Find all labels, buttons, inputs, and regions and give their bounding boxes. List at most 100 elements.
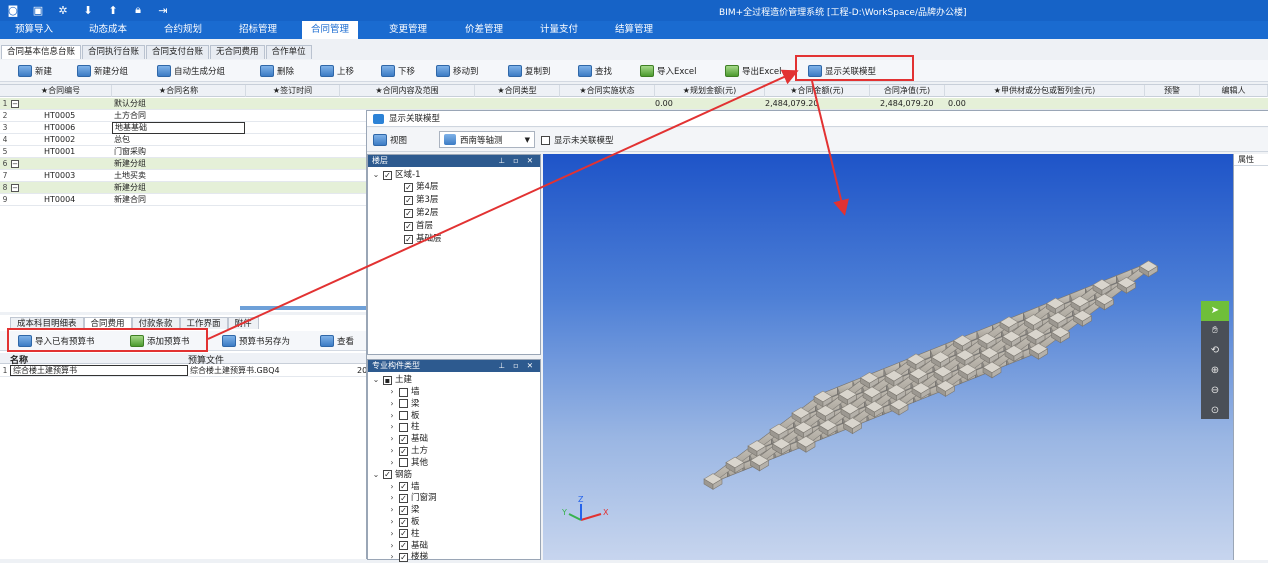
auto-group-button[interactable]: 自动生成分组 [157, 63, 225, 79]
new-button[interactable]: 新建 [18, 63, 52, 79]
checkbox-icon[interactable] [399, 411, 408, 421]
menu-contract-planning[interactable]: 合约规划 [155, 21, 211, 39]
find-button[interactable]: 查找 [578, 63, 612, 79]
contract-code-cell[interactable] [26, 158, 106, 170]
model-viewport[interactable]: X Y Z [543, 154, 1233, 560]
component-item[interactable]: › ✓ 墙 [388, 481, 419, 493]
checkbox-icon[interactable]: ✓ [399, 446, 408, 456]
component-item[interactable]: › ✓ 楼梯 [388, 551, 428, 563]
menu-contract-management[interactable]: 合同管理 [302, 21, 359, 39]
menu-budget-import[interactable]: 预算导入 [6, 21, 62, 39]
component-item[interactable]: › 其他 [388, 457, 428, 469]
contract-code-cell[interactable]: HT0006 [44, 122, 106, 134]
col-header-code[interactable]: ★合同编号 [10, 85, 112, 97]
plan-amount-cell[interactable]: 0.00 [655, 98, 695, 110]
col-header-editor[interactable]: 编辑人 [1200, 85, 1268, 97]
contract-code-cell[interactable]: HT0003 [44, 170, 106, 182]
orbit-icon[interactable]: ⟲ [1201, 341, 1229, 361]
col-header-net-value[interactable]: 合同净值(元) [870, 85, 945, 97]
zoom-out-icon[interactable]: ⊖ [1201, 381, 1229, 401]
export-excel-button[interactable]: 导出Excel [725, 63, 782, 79]
view-mode-select[interactable]: 西南等轴测 ▼ [439, 131, 535, 148]
chevron-right-icon[interactable]: › [388, 445, 396, 457]
tab-contract-payment-ledger[interactable]: 合同支付台账 [146, 45, 210, 59]
chevron-right-icon[interactable]: › [388, 398, 396, 410]
contract-name-cell[interactable]: 地基基础 [112, 122, 245, 134]
checkbox-icon[interactable]: ✓ [383, 170, 392, 180]
floor-item[interactable]: ✓ 基础层 [404, 233, 442, 245]
contract-name-cell[interactable]: 土方合同 [114, 110, 244, 122]
tab-contract-basic-ledger[interactable]: 合同基本信息台账 [1, 45, 82, 59]
checkbox-icon[interactable]: ✓ [383, 470, 392, 480]
floor-item[interactable]: ✓ 第3层 [404, 194, 438, 206]
contract-name-cell[interactable]: 新建合同 [114, 194, 244, 206]
group-row[interactable]: 1− 默认分组 0.00 2,484,079.20 2,484,079.20 0.00 [0, 98, 1268, 110]
component-item[interactable]: › ✓ 基础 [388, 433, 428, 445]
checkbox-icon[interactable]: ✓ [399, 482, 408, 492]
component-item[interactable]: › ✓ 门窗洞 [388, 492, 436, 504]
floor-tree-root[interactable]: ⌄ ✓ 区域-1 [372, 169, 421, 181]
chevron-down-icon[interactable]: ⌄ [372, 169, 380, 181]
move-up-button[interactable]: 上移 [320, 63, 354, 79]
contract-amount-cell[interactable]: 2,484,079.20 [765, 98, 825, 110]
component-group[interactable]: ⌄ ✓ 钢筋 [372, 469, 412, 481]
contract-name-cell[interactable]: 新建分组 [114, 182, 244, 194]
import-excel-button[interactable]: 导入Excel [640, 63, 697, 79]
chevron-right-icon[interactable]: › [388, 457, 396, 469]
chevron-right-icon[interactable]: › [388, 492, 396, 504]
floor-item[interactable]: ✓ 第2层 [404, 207, 438, 219]
chevron-down-icon[interactable]: ⌄ [372, 374, 380, 386]
checkbox-icon[interactable]: ✓ [399, 505, 408, 515]
checkbox-icon[interactable]: ▪ [383, 375, 392, 385]
app-logo-icon[interactable]: ◙ [6, 3, 20, 17]
checkbox-icon[interactable] [399, 458, 408, 468]
contract-code-cell[interactable]: HT0001 [44, 146, 106, 158]
contract-code-cell[interactable]: HT0005 [44, 110, 106, 122]
checkbox-icon[interactable] [399, 422, 408, 432]
col-header-warning[interactable]: 预警 [1145, 85, 1200, 97]
checkbox-icon[interactable]: ✓ [399, 541, 408, 551]
budget-file-cell[interactable]: 综合楼土建预算书.GBQ4 [190, 365, 355, 377]
tab-attachments[interactable]: 附件 [227, 317, 259, 329]
col-header-scope[interactable]: ★合同内容及范围 [340, 85, 475, 97]
net-value-cell[interactable]: 2,484,079.20 [880, 98, 940, 110]
checkbox-icon[interactable]: ✓ [404, 195, 413, 205]
chevron-right-icon[interactable]: › [388, 516, 396, 528]
checkbox-icon[interactable]: ✓ [399, 529, 408, 539]
lock-icon[interactable]: 🔒︎ [131, 3, 145, 17]
component-item[interactable]: › 板 [388, 410, 419, 422]
upload-icon[interactable]: ⬆ [106, 3, 120, 17]
collapse-toggle-icon[interactable]: − [11, 100, 19, 108]
budget-row[interactable]: 1 综合楼土建预算书 综合楼土建预算书.GBQ4 20 [0, 365, 366, 377]
chevron-right-icon[interactable]: › [388, 410, 396, 422]
checkbox-icon[interactable]: ✓ [399, 493, 408, 503]
col-header-status[interactable]: ★合同实施状态 [560, 85, 655, 97]
collapse-toggle-icon[interactable]: − [11, 184, 19, 192]
chevron-right-icon[interactable]: › [388, 421, 396, 433]
zoom-in-icon[interactable]: ⊕ [1201, 361, 1229, 381]
collapse-toggle-icon[interactable]: − [11, 160, 19, 168]
panel-controls-icon[interactable]: ⊥ ▫ ✕ [498, 155, 536, 167]
component-item[interactable]: › ✓ 柱 [388, 528, 419, 540]
contract-name-cell[interactable]: 总包 [114, 134, 244, 146]
menu-measurement-payment[interactable]: 计量支付 [531, 21, 587, 39]
move-down-button[interactable]: 下移 [381, 63, 415, 79]
chevron-down-icon[interactable]: ⌄ [372, 469, 380, 481]
contract-name-cell[interactable]: 土地买卖 [114, 170, 244, 182]
view-button[interactable]: 查看 [320, 333, 354, 349]
delete-button[interactable]: 删除 [260, 63, 294, 79]
contract-code-cell[interactable]: HT0004 [44, 194, 106, 206]
menu-tender-management[interactable]: 招标管理 [230, 21, 286, 39]
tab-non-contract-cost[interactable]: 无合同费用 [210, 45, 265, 59]
contract-code-cell[interactable]: HT0002 [44, 134, 106, 146]
component-item[interactable]: › 梁 [388, 398, 419, 410]
contract-name-cell[interactable]: 新建分组 [114, 158, 244, 170]
col-header-name[interactable]: ★合同名称 [112, 85, 246, 97]
menu-change-management[interactable]: 变更管理 [380, 21, 436, 39]
chevron-right-icon[interactable]: › [388, 551, 396, 563]
tab-contract-execution-ledger[interactable]: 合同执行台账 [82, 45, 146, 59]
chevron-right-icon[interactable]: › [388, 481, 396, 493]
component-item[interactable]: › 柱 [388, 421, 419, 433]
checkbox-icon[interactable]: ✓ [399, 517, 408, 527]
menu-settlement[interactable]: 结算管理 [606, 21, 662, 39]
